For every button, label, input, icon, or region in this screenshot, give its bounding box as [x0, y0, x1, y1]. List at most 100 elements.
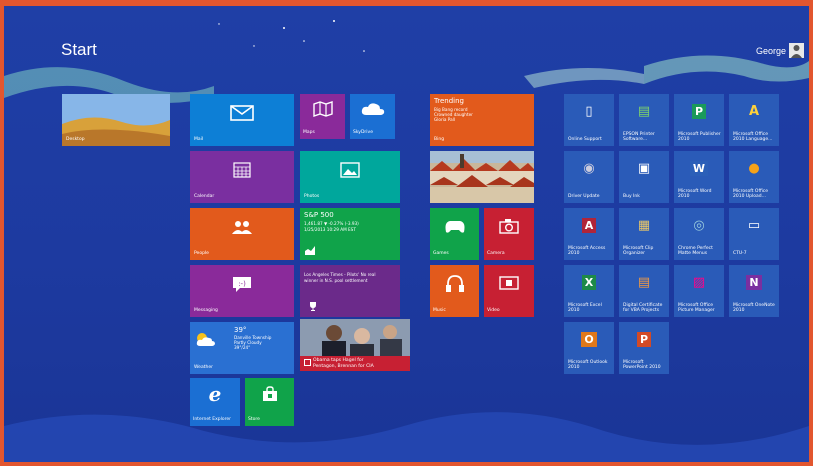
app-tile-6[interactable]: ▣ Buy Ink [619, 151, 669, 203]
app-tile-12[interactable]: ▭ CTU-7 [729, 208, 779, 260]
mail-icon [190, 94, 294, 132]
app-tile-3[interactable]: P Microsoft Publisher 2010 [674, 94, 724, 146]
photo-icon [300, 151, 400, 189]
people-icon [190, 208, 294, 246]
user-avatar-icon[interactable] [789, 43, 804, 58]
onenote-icon: N [729, 265, 779, 299]
app-label: Microsoft Word 2010 [678, 189, 712, 200]
app-tile-7[interactable]: W Microsoft Word 2010 [674, 151, 724, 203]
ie-icon: e [208, 382, 222, 406]
app-tile-2[interactable]: ▤ EPSON Printer Software... [619, 94, 669, 146]
music-tile[interactable]: Music [430, 265, 479, 317]
app-tile-8[interactable]: ● Microsoft Office 2010 Upload... [729, 151, 779, 203]
excel-icon: X [564, 265, 614, 299]
skydrive-label: SkyDrive [353, 130, 373, 136]
satellite-icon: ◉ [583, 160, 595, 176]
map-icon [300, 94, 345, 124]
photos-label: Photos [304, 194, 320, 200]
app-label: EPSON Printer Software... [623, 132, 655, 143]
camera-tile[interactable]: Camera [484, 208, 534, 260]
app-tile-10[interactable]: ▦ Microsoft Clip Organizer [619, 208, 669, 260]
user-name[interactable]: George [756, 46, 786, 56]
bing-trend-3: Gloria Pall [434, 117, 455, 122]
chart-icon [304, 244, 316, 256]
people-tile[interactable]: People [190, 208, 294, 260]
picture-icon: ▨ [692, 274, 706, 290]
weather-label: Weather [194, 365, 213, 371]
globe-icon: ◎ [693, 217, 705, 233]
weather-tile[interactable]: 39° Danville Township Partly Cloudy 39°/… [190, 322, 294, 374]
app-label: Microsoft Publisher 2010 [678, 132, 721, 143]
app-tile-18[interactable]: P Microsoft PowerPoint 2010 [619, 322, 669, 374]
video-label: Video [487, 308, 500, 314]
app-label: Digital Certificate for VBA Projects [623, 303, 663, 314]
app-tile-15[interactable]: ▨ Microsoft Office Picture Manager [674, 265, 724, 317]
app-label: Microsoft OneNote 2010 [733, 303, 775, 314]
app-label: Microsoft PowerPoint 2010 [623, 360, 661, 371]
news-tile[interactable]: Obama taps Hagel for Pentagon, Brennan f… [300, 319, 410, 371]
app-label: Driver Update [568, 194, 600, 200]
video-icon [484, 265, 534, 301]
app-tile-14[interactable]: ▤ Digital Certificate for VBA Projects [619, 265, 669, 317]
partly-cloudy-icon [194, 330, 216, 348]
language-icon: A [748, 103, 760, 119]
upload-icon: ● [748, 160, 760, 176]
app-tile-13[interactable]: X Microsoft Excel 2010 [564, 265, 614, 317]
ink-icon: ▣ [637, 160, 651, 176]
svg-text::-): :-) [238, 280, 246, 288]
trophy-icon [308, 301, 318, 311]
app-label: Microsoft Outlook 2010 [568, 360, 608, 371]
travel-tile[interactable] [430, 151, 534, 203]
sports-tile[interactable]: Los Angeles Times - Pilots' No real winn… [300, 265, 400, 317]
messaging-tile[interactable]: :-) Messaging [190, 265, 294, 317]
mail-tile[interactable]: Mail [190, 94, 294, 146]
skydrive-tile[interactable]: SkyDrive [350, 94, 395, 139]
desktop-label: Desktop [66, 137, 85, 143]
app-tile-1[interactable]: ▯ Online Support [564, 94, 614, 146]
ie-label: Internet Explorer [193, 417, 232, 423]
people-label: People [194, 251, 209, 257]
mail-label: Mail [194, 137, 204, 143]
games-label: Games [433, 251, 449, 257]
news-photo [300, 319, 410, 356]
sports-line1: Los Angeles Times - Pilots' No real [304, 272, 376, 277]
music-label: Music [433, 308, 446, 314]
app-label: Microsoft Access 2010 [568, 246, 606, 257]
app-label: Microsoft Excel 2010 [568, 303, 602, 314]
games-tile[interactable]: Games [430, 208, 479, 260]
internet-explorer-tile[interactable]: e Internet Explorer [190, 378, 240, 426]
app-tile-5[interactable]: ◉ Driver Update [564, 151, 614, 203]
app-tile-16[interactable]: N Microsoft OneNote 2010 [729, 265, 779, 317]
app-tile-9[interactable]: A Microsoft Access 2010 [564, 208, 614, 260]
app-tile-17[interactable]: O Microsoft Outlook 2010 [564, 322, 614, 374]
store-icon [245, 378, 294, 410]
app-label: Online Support [568, 137, 602, 143]
desktop-tile[interactable]: Desktop [62, 94, 170, 146]
app-label: Buy Ink [623, 194, 640, 200]
messaging-label: Messaging [194, 308, 218, 314]
calendar-tile[interactable]: Calendar [190, 151, 294, 203]
calendar-label: Calendar [194, 194, 215, 200]
certificate-icon: ▤ [637, 274, 651, 290]
photos-tile[interactable]: Photos [300, 151, 400, 203]
bing-tile[interactable]: Trending Big Bang record Crowned daughte… [430, 94, 534, 146]
weather-range: 39°/24° [234, 345, 251, 350]
printer-icon: ▤ [637, 103, 651, 119]
app-label: Microsoft Office Picture Manager [678, 303, 715, 314]
finance-line2: 1/25/2013 10:29 AM EST [304, 227, 356, 232]
camera-icon [484, 208, 534, 244]
video-tile[interactable]: Video [484, 265, 534, 317]
store-tile[interactable]: Store [245, 378, 294, 426]
app-label: Microsoft Clip Organizer [623, 246, 654, 257]
app-tile-11[interactable]: ◎ Chrome Perfect Matte Menus [674, 208, 724, 260]
window-icon: ▭ [747, 217, 761, 233]
maps-tile[interactable]: Maps [300, 94, 345, 139]
weather-temp: 39° [234, 326, 247, 334]
cloud-icon [350, 94, 395, 124]
app-label: Microsoft Office 2010 Language... [733, 132, 773, 143]
store-label: Store [248, 417, 260, 423]
clip-icon: ▦ [637, 217, 651, 233]
finance-tile[interactable]: S&P 500 1,461.87 ▼ -0.27% (-3.93) 1/25/2… [300, 208, 400, 260]
app-tile-4[interactable]: A Microsoft Office 2010 Language... [729, 94, 779, 146]
publisher-icon: P [674, 94, 724, 128]
